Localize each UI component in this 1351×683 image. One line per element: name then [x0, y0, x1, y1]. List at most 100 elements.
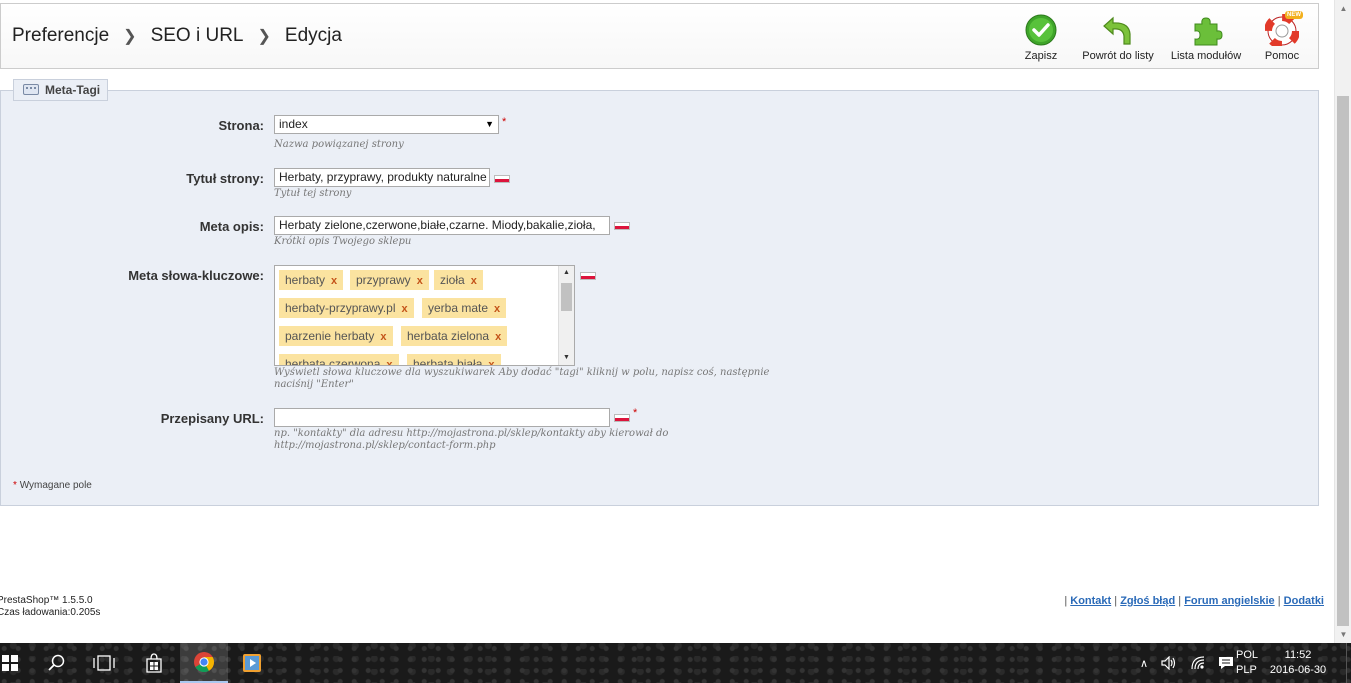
notification-icon[interactable]	[1218, 656, 1234, 670]
title-input[interactable]: Herbaty, przyprawy, produkty naturalne	[274, 168, 490, 187]
checkmark-icon	[1024, 14, 1058, 46]
required-star: *	[13, 480, 17, 491]
remove-tag-icon[interactable]: x	[380, 331, 386, 343]
keywords-hint: Wyświetl słowa kluczowe dla wyszukiwarek…	[274, 367, 770, 390]
separator: |	[1064, 595, 1068, 607]
tagbox-scrollbar[interactable]: ▲ ▼	[558, 266, 574, 365]
rewritten-url-input[interactable]	[274, 408, 610, 427]
load-time-text: Czas ładowania:0.205s	[0, 607, 101, 618]
page-select[interactable]: index ▼	[274, 115, 499, 134]
search-icon[interactable]	[33, 643, 81, 683]
required-star: *	[633, 407, 638, 419]
remove-tag-icon[interactable]: x	[331, 275, 337, 287]
remove-tag-icon[interactable]: x	[401, 303, 407, 315]
tag-item: herbaty x	[279, 270, 344, 290]
scroll-thumb[interactable]	[1337, 96, 1349, 626]
description-label: Meta opis:	[199, 219, 264, 234]
system-tray: ∧	[1140, 643, 1234, 683]
tag-item: przyprawy x	[350, 270, 429, 290]
remove-tag-icon[interactable]: x	[494, 303, 500, 315]
meta-tags-fieldset	[0, 90, 1319, 506]
breadcrumb-item-preferences[interactable]: Preferencje	[12, 25, 109, 47]
required-star: *	[502, 116, 507, 128]
tag-item: zioła x	[434, 270, 483, 290]
breadcrumb: Preferencje ❯ SEO i URL ❯ Edycja	[12, 25, 342, 47]
tag-item: yerba mate x	[422, 298, 507, 318]
separator: |	[1114, 595, 1118, 607]
store-icon[interactable]	[130, 643, 178, 683]
clock[interactable]: 11:52 2016-06-30	[1268, 648, 1328, 678]
fieldset-legend: Meta-Tagi	[13, 79, 109, 101]
remove-tag-icon[interactable]: x	[495, 331, 501, 343]
version-text: PrestaShop™ 1.5.5.0	[0, 595, 93, 606]
media-player-icon[interactable]	[228, 643, 276, 683]
page-select-value: index	[279, 117, 308, 131]
english-forum-link[interactable]: Forum angielskie	[1184, 595, 1274, 607]
page-scrollbar[interactable]: ▲ ▼	[1334, 0, 1351, 643]
new-badge: NEW	[1285, 11, 1303, 19]
addons-link[interactable]: Dodatki	[1284, 595, 1324, 607]
remove-tag-icon[interactable]: x	[417, 275, 423, 287]
lifebuoy-icon: NEW	[1264, 11, 1303, 49]
scroll-down-icon[interactable]: ▼	[559, 351, 574, 365]
back-arrow-icon	[1101, 14, 1135, 46]
wifi-icon[interactable]	[1191, 656, 1205, 670]
input-language[interactable]: POL PLP	[1236, 648, 1258, 678]
language-code: POL	[1236, 649, 1259, 661]
breadcrumb-item-edit: Edycja	[284, 25, 342, 46]
tag-item: herbata czerwona x	[279, 354, 399, 365]
clock-time: 11:52	[1284, 649, 1312, 661]
keyboard-layout: PLP	[1236, 664, 1257, 676]
keywords-label: Meta słowa-kluczowe:	[128, 268, 264, 283]
polish-flag-icon[interactable]	[614, 414, 630, 422]
chrome-icon[interactable]	[180, 643, 228, 683]
speaker-icon[interactable]	[1161, 656, 1177, 670]
footer-info: PrestaShop™ 1.5.5.0 Czas ładowania:0.205…	[0, 595, 100, 619]
help-label: Pomoc	[1264, 50, 1300, 62]
chevron-right-icon: ❯	[123, 28, 137, 45]
tag-item: herbata zielona x	[401, 326, 508, 346]
contact-link[interactable]: Kontakt	[1070, 595, 1111, 607]
remove-tag-icon[interactable]: x	[488, 359, 494, 365]
taskbar: ∧ POL PLP 11:52 2016-06-30	[0, 643, 1351, 683]
breadcrumb-item-seo-url[interactable]: SEO i URL	[151, 25, 244, 47]
description-hint: Krótki opis Twojego sklepu	[274, 236, 412, 247]
page: Preferencje ❯ SEO i URL ❯ Edycja Zapisz	[0, 0, 1334, 643]
url-hint-line2: http://mojastrona.pl/sklep/contact-form.…	[274, 440, 496, 451]
page-hint: Nazwa powiązanej strony	[274, 139, 404, 150]
polish-flag-icon[interactable]	[494, 175, 510, 183]
chevron-up-icon[interactable]: ∧	[1140, 657, 1148, 670]
chevron-right-icon: ❯	[257, 28, 271, 45]
clock-date: 2016-06-30	[1269, 664, 1327, 676]
polish-flag-icon[interactable]	[580, 272, 596, 280]
dropdown-arrow-icon: ▼	[485, 119, 494, 129]
polish-flag-icon[interactable]	[614, 222, 630, 230]
task-view-icon[interactable]	[80, 643, 128, 683]
remove-tag-icon[interactable]: x	[386, 359, 392, 365]
help-button[interactable]: NEW Pomoc	[1259, 11, 1305, 62]
keyboard-icon	[23, 84, 39, 95]
windows-start-icon[interactable]	[0, 643, 34, 683]
back-to-list-button[interactable]: Powrót do listy	[1080, 14, 1156, 62]
page-label: Strona:	[218, 118, 265, 133]
show-desktop-button[interactable]	[1346, 643, 1351, 683]
modules-label: Lista modułów	[1170, 50, 1242, 62]
required-note: * Wymagane pole	[13, 480, 92, 491]
description-input[interactable]: Herbaty zielone,czerwone,białe,czarne. M…	[274, 216, 610, 235]
required-note-text: Wymagane pole	[19, 480, 92, 491]
save-button[interactable]: Zapisz	[1016, 14, 1066, 62]
scroll-thumb[interactable]	[561, 283, 572, 311]
module-list-button[interactable]: Lista modułów	[1168, 14, 1244, 62]
scroll-down-icon[interactable]: ▼	[1335, 626, 1351, 643]
back-label: Powrót do listy	[1082, 50, 1154, 62]
tag-item: parzenie herbaty x	[279, 326, 393, 346]
title-label: Tytuł strony:	[186, 171, 264, 186]
remove-tag-icon[interactable]: x	[471, 275, 477, 287]
scroll-up-icon[interactable]: ▲	[1335, 0, 1351, 17]
tag-item: herbaty-przyprawy.pl x	[279, 298, 414, 318]
tag-item: herbata biała x	[407, 354, 501, 365]
keywords-tag-input[interactable]: herbaty x przyprawy x zioła x herbaty-przyp…	[274, 265, 575, 366]
report-bug-link[interactable]: Zgłoś błąd	[1120, 595, 1175, 607]
url-label: Przepisany URL:	[160, 411, 264, 426]
scroll-up-icon[interactable]: ▲	[559, 266, 574, 280]
